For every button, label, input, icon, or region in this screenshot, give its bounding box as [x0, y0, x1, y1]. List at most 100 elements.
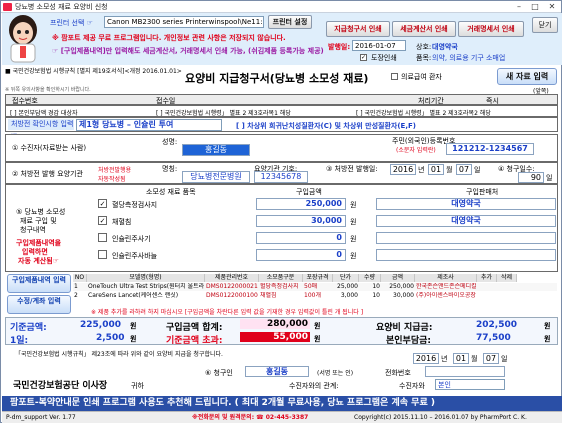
product-cell-amt: 250,000	[389, 283, 414, 290]
version-label: P-dm_support Ver. 1.77	[6, 414, 76, 421]
product-row[interactable]: 2 CareSens Lancet(케어센스 랜싯) DMS0122000100 채혈…	[73, 292, 557, 300]
daily-amount-label: 1일:	[10, 336, 29, 346]
col-item-header: 소모성 재료 품목	[146, 188, 196, 196]
stamp-print-checkbox[interactable]: ✓	[360, 53, 367, 61]
daily-amount-value: 2,500	[96, 333, 125, 343]
form-agency-label: ■ 국민건강보험법 시행규칙 [별지 제19호서식]<개정 2016.01.01…	[5, 68, 182, 75]
grid-header-7: 금액	[381, 274, 415, 282]
receipt-row: 접수번호 접수일 처리기간 즉시	[5, 94, 558, 105]
phone-input[interactable]	[425, 366, 505, 377]
purchase-row-checkbox[interactable]	[98, 250, 107, 259]
prescription-month-input[interactable]: 01	[428, 164, 444, 175]
over-limit-unit: 원	[314, 335, 321, 343]
grid-header-9: 추가	[477, 274, 497, 282]
issue-date-picker[interactable]: 2016-01-07	[352, 40, 406, 51]
product-input-button[interactable]: 구입제품내역 입력	[7, 274, 71, 293]
prescriber-hint-2: 자동작성됨	[98, 176, 126, 183]
prescriber-section-label: ② 처방전 발행 요양기관	[12, 170, 83, 178]
purchase-row-item: 인슐린주사기	[112, 235, 151, 243]
grid-header-2: 제품관리번호	[205, 274, 259, 282]
option-decree-3-1[interactable]: [ ] 국민건강보험법 시행령」 별표 2 제3호라목1 해당	[156, 108, 291, 117]
purchase-total-label: 구입금액 합계:	[166, 323, 223, 333]
grid-header-0: NO	[73, 274, 87, 282]
purchase-row-unit: 원	[350, 235, 357, 243]
print-claim-button[interactable]: 지급청구서 인쇄	[326, 21, 390, 37]
purchase-row-checkbox[interactable]	[98, 233, 107, 242]
over-limit-label: 기준금액 초과:	[166, 336, 223, 346]
purchase-row-unit: 원	[350, 218, 357, 226]
purchase-row-amount[interactable]: 0	[256, 232, 346, 244]
purchase-row-unit: 원	[350, 201, 357, 209]
print-trade-statement-button[interactable]: 거래명세서 인쇄	[458, 21, 524, 37]
promo-banner[interactable]: 팜포트-복약안내문 인쇄 프로그램 사용도 추천해 드립니다. ( 최대 2개월…	[2, 396, 562, 411]
grid-header-1: 모델명(형명)	[87, 274, 205, 282]
business-item: 의약, 의료용 기구 소매업	[432, 54, 506, 62]
issue-date-label: 발행일:	[328, 43, 351, 51]
claim-amount-label: 요양비 지급금:	[376, 323, 433, 333]
claim-days-input[interactable]: 90	[518, 172, 544, 183]
purchase-row-amount[interactable]: 30,000	[256, 215, 346, 227]
claim-year-unit: 년	[441, 355, 448, 363]
prescription-date-label: ③ 처방전 발행일:	[326, 165, 378, 173]
pharmacist-mascot-icon	[9, 15, 37, 63]
product-cell-code: DMS0122000021	[206, 283, 258, 290]
purchase-row-amount[interactable]: 0	[256, 249, 346, 261]
institution-name-input[interactable]: 당뇨병전문병원	[182, 171, 250, 183]
near-poverty-option[interactable]: [ ] 차상위 희귀난치성질환자(C) 및 차상위 만성질환자(E,F)	[236, 121, 416, 131]
purchase-row-item: 채혈침	[112, 218, 132, 226]
signature-section: 「국민건강보험법 시행규칙」 제23조에 따라 위와 같이 요양비 지급을 청구…	[5, 347, 558, 395]
option-self-pay-reduction[interactable]: [ ] 본인부담액 경감 대상자	[10, 108, 78, 117]
daily-amount-unit: 원	[130, 335, 137, 343]
purchase-row-seller[interactable]: 대영약국	[376, 215, 556, 227]
purchase-row-checkbox[interactable]: ✓	[98, 216, 107, 225]
modify-account-button[interactable]: 수정/계좌 입력	[7, 295, 71, 314]
product-cell-amt: 30,000	[393, 292, 414, 299]
close-button[interactable]: 닫기	[532, 17, 558, 33]
business-item-label: 품목:	[416, 54, 432, 62]
claim-month-input[interactable]: 01	[453, 353, 469, 364]
minimize-button[interactable]: –	[511, 1, 527, 12]
product-cell-model: CareSens Lancet(케어센스 랜싯)	[88, 292, 179, 299]
close-window-button[interactable]: ✕	[544, 1, 560, 12]
copyright-label: Copyright(c) 2015.11.10 – 2016.01.07 by …	[354, 414, 527, 421]
purchase-row-amount[interactable]: 250,000	[256, 198, 346, 210]
product-cell-qty: 10	[372, 283, 380, 290]
medical-aid-checkbox[interactable]	[391, 72, 398, 80]
relation-select[interactable]: 본인	[435, 379, 505, 390]
claimant-name-input[interactable]: 홍길동	[182, 144, 250, 156]
claimant-sign-name[interactable]: 홍길동	[245, 366, 309, 377]
claim-year-input[interactable]: 2016	[413, 353, 439, 364]
product-cell-maker: (주)아이센스바이오공장	[416, 292, 476, 299]
purchase-row-seller[interactable]: 대영약국	[376, 198, 556, 210]
maximize-button[interactable]: □	[527, 1, 543, 12]
prescription-day-input[interactable]: 07	[456, 164, 472, 175]
prescriber-row: ② 처방전 발행 요양기관 처방전발행용 자동작성됨 명칭: 당뇨병전문병원 요…	[5, 162, 558, 184]
claim-amount-value: 202,500	[476, 320, 517, 330]
standard-amount-label: 기준금액:	[10, 323, 47, 333]
print-tax-invoice-button[interactable]: 세금계산서 인쇄	[392, 21, 456, 37]
product-row[interactable]: 1 OneTouch Ultra Test Strips(원터치 울트라) DMS0…	[73, 283, 557, 291]
claim-day-input[interactable]: 07	[483, 353, 499, 364]
prescriber-hint-1: 처방전발행용	[98, 167, 132, 174]
rrn-input[interactable]: 121212-1234567	[446, 143, 534, 155]
printer-setup-button[interactable]: 프린터 설정	[268, 15, 312, 29]
purchase-row-item: 혈당측정검사지	[112, 201, 158, 209]
claimant-section-label: ① 수진자(자료받는 사람)	[12, 144, 87, 152]
institution-code-input[interactable]: 12345678	[254, 171, 308, 183]
promo-banner-text: 팜포트-복약안내문 인쇄 프로그램 사용도 추천해 드립니다. ( 최대 2개월…	[10, 398, 435, 408]
over-limit-value: 55,000	[240, 332, 310, 342]
purchase-row-checkbox[interactable]: ✓	[98, 199, 107, 208]
title-bar: 당뇨병 소모성 재료 요양비 신청 – □ ✕	[1, 1, 561, 13]
prescription-year-input[interactable]: 2016	[390, 164, 416, 175]
option-decree-3-2[interactable]: [ ] 국민건강보험법 시행령」 별표 2 제3호라목2 해당	[356, 108, 491, 117]
diabetes-type-select[interactable]: 제1형 당뇨병 – 인슐린 투여	[76, 119, 222, 131]
printer-select[interactable]: Canon MB2300 series Printerwinspool\Ne11…	[104, 16, 264, 28]
self-pay-unit: 원	[544, 335, 551, 343]
stamp-print-label: 도장인쇄	[371, 54, 397, 62]
purchase-row-seller[interactable]	[376, 232, 556, 244]
purchase-row-seller[interactable]	[376, 249, 556, 261]
purchase-row-unit: 원	[350, 252, 357, 260]
new-input-button[interactable]: 새 자료 입력	[497, 68, 557, 85]
institution-name-label: 명칭:	[162, 165, 178, 173]
product-input-notice: ☞ [구입제품내역]만 입력해도 세금계산서, 거래명세서 인쇄 가능, (쉬김…	[52, 47, 324, 55]
